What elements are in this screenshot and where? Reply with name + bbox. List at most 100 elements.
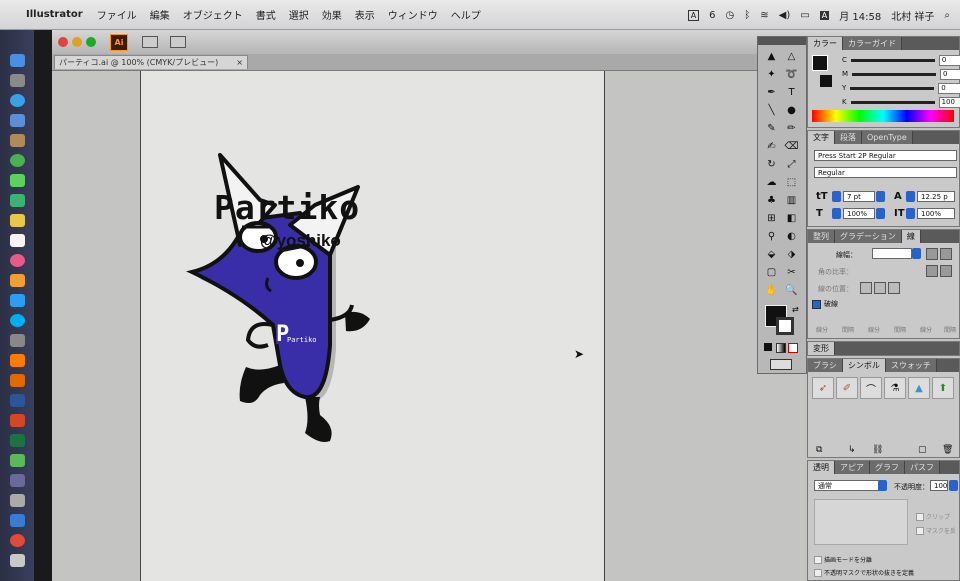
pencil-tool-icon[interactable]: ✏ bbox=[783, 121, 800, 135]
stroke-weight-field[interactable] bbox=[872, 248, 912, 259]
vertical-scale-field[interactable]: 100% bbox=[843, 208, 875, 219]
horizontal-scale-stepper[interactable] bbox=[906, 208, 915, 219]
itunes-icon[interactable] bbox=[10, 254, 25, 267]
tab-character[interactable]: 文字 bbox=[808, 131, 835, 144]
arc-icon[interactable]: ⌒ bbox=[860, 377, 882, 399]
align-inside-icon[interactable] bbox=[874, 282, 886, 294]
line-tool-icon[interactable]: ╲ bbox=[763, 103, 780, 117]
utility-icon[interactable] bbox=[10, 474, 25, 487]
tab-opentype[interactable]: OpenType bbox=[862, 131, 913, 144]
safari-icon[interactable] bbox=[10, 94, 25, 107]
selection-tool-icon[interactable]: ▲ bbox=[763, 49, 780, 63]
user-name[interactable]: 北村 祥子 bbox=[891, 8, 934, 23]
font-style-select[interactable]: Regular bbox=[814, 167, 957, 178]
dashed-line-checkbox[interactable] bbox=[812, 300, 821, 309]
documents-icon[interactable] bbox=[10, 554, 25, 567]
illustrator-alt-icon[interactable] bbox=[10, 374, 25, 387]
leading-stepper[interactable] bbox=[906, 191, 915, 202]
invert-mask-checkbox[interactable] bbox=[916, 527, 924, 535]
tab-gradient[interactable]: グラデーション bbox=[835, 230, 902, 243]
stroke-color-swatch[interactable] bbox=[820, 75, 832, 87]
word-icon[interactable] bbox=[10, 394, 25, 407]
scissors-tool-icon[interactable]: ✂ bbox=[783, 265, 800, 279]
fill-color-swatch[interactable] bbox=[812, 55, 828, 71]
blob-brush-tool-icon[interactable]: ✍ bbox=[763, 139, 780, 153]
place-symbol-icon[interactable]: ↳ bbox=[848, 445, 856, 455]
search-icon[interactable]: ⌕ bbox=[944, 10, 950, 21]
screen-mode-icon[interactable] bbox=[770, 359, 792, 370]
arrange-documents-icon[interactable] bbox=[170, 36, 186, 48]
zoom-window-button[interactable] bbox=[86, 37, 96, 47]
bottle-icon[interactable]: ⚗ bbox=[884, 377, 906, 399]
menu-effect[interactable]: 効果 bbox=[322, 7, 342, 22]
clip-checkbox[interactable] bbox=[916, 513, 924, 521]
cap-round-icon[interactable] bbox=[940, 248, 952, 260]
slice-tool-icon[interactable]: ⬗ bbox=[783, 247, 800, 261]
menu-select[interactable]: 選択 bbox=[289, 7, 309, 22]
clock[interactable]: 月 14:58 bbox=[839, 8, 881, 23]
gradient-mode-icon[interactable] bbox=[776, 343, 786, 353]
app-store-icon[interactable] bbox=[10, 294, 25, 307]
battery-icon[interactable]: ▭ bbox=[800, 10, 809, 21]
symbol-library-icon[interactable]: ⧉ bbox=[816, 445, 822, 455]
font-size-field[interactable]: 7 pt bbox=[843, 191, 875, 202]
maps-icon[interactable] bbox=[10, 454, 25, 467]
keyboard-icon[interactable]: A bbox=[819, 10, 830, 20]
menu-window[interactable]: ウィンドウ bbox=[388, 7, 438, 22]
menu-object[interactable]: オブジェクト bbox=[183, 7, 243, 22]
close-window-button[interactable] bbox=[58, 37, 68, 47]
black-value[interactable]: 100 bbox=[938, 96, 960, 108]
leading-field[interactable]: 12.25 p bbox=[917, 191, 955, 202]
illustrator-icon[interactable] bbox=[10, 354, 25, 367]
knockout-checkbox[interactable] bbox=[814, 569, 822, 577]
tab-color-guide[interactable]: カラーガイド bbox=[843, 37, 902, 50]
font-size-stepper[interactable] bbox=[832, 191, 841, 202]
tab-color[interactable]: カラー bbox=[808, 37, 843, 50]
eyedropper-tool-icon[interactable]: ⚲ bbox=[763, 229, 780, 243]
blend-tool-icon[interactable]: ◐ bbox=[783, 229, 800, 243]
type-tool-icon[interactable]: T bbox=[783, 85, 800, 99]
cyan-slider[interactable] bbox=[850, 58, 935, 62]
menu-edit[interactable]: 編集 bbox=[150, 7, 170, 22]
mask-thumbnail[interactable] bbox=[814, 499, 908, 545]
tab-pathfinder[interactable]: パスフ bbox=[905, 461, 940, 474]
wifi-icon[interactable]: ≋ bbox=[760, 10, 768, 21]
tab-symbols[interactable]: シンボル bbox=[842, 359, 886, 372]
notes-icon[interactable] bbox=[10, 214, 25, 227]
join-miter-icon[interactable] bbox=[926, 265, 938, 277]
mesh-tool-icon[interactable]: ⊞ bbox=[763, 211, 780, 225]
vertical-scale-dropdown[interactable] bbox=[876, 208, 885, 219]
new-symbol-icon[interactable]: ▢ bbox=[918, 445, 927, 455]
zoom-tool-icon[interactable]: 🔍 bbox=[783, 283, 800, 297]
font-family-select[interactable]: Press Start 2P Regular bbox=[814, 150, 957, 161]
stroke-weight-dropdown[interactable] bbox=[912, 248, 921, 259]
align-center-icon[interactable] bbox=[860, 282, 872, 294]
input-source-indicator[interactable]: A bbox=[687, 9, 700, 21]
chrome-icon[interactable] bbox=[10, 154, 25, 167]
menu-file[interactable]: ファイル bbox=[97, 7, 137, 22]
finder-icon[interactable] bbox=[10, 54, 25, 67]
symbol-sprayer-tool-icon[interactable]: ♣ bbox=[763, 193, 780, 207]
downloads-icon[interactable] bbox=[10, 514, 25, 527]
artboard-tool-icon[interactable]: ▢ bbox=[763, 265, 780, 279]
notification-badge[interactable]: 6 bbox=[709, 10, 715, 21]
black-slider[interactable] bbox=[850, 100, 935, 104]
graph-tool-icon[interactable]: ▥ bbox=[783, 193, 800, 207]
powerpoint-icon[interactable] bbox=[10, 414, 25, 427]
tab-brushes[interactable]: ブラシ bbox=[808, 359, 843, 372]
isolate-blending-checkbox[interactable] bbox=[814, 556, 822, 564]
opacity-dropdown[interactable] bbox=[949, 480, 958, 491]
blend-mode-dropdown[interactable] bbox=[878, 480, 887, 491]
trash-icon[interactable] bbox=[10, 494, 25, 507]
font-size-dropdown[interactable] bbox=[876, 191, 885, 202]
tab-swatches[interactable]: スウォッチ bbox=[885, 359, 937, 372]
hand-tool-icon[interactable]: ✋ bbox=[763, 283, 780, 297]
tab-align[interactable]: 整列 bbox=[808, 230, 835, 243]
launchpad-icon[interactable] bbox=[10, 74, 25, 87]
free-transform-tool-icon[interactable]: ⬚ bbox=[783, 175, 800, 189]
time-machine-icon[interactable]: ◷ bbox=[726, 10, 735, 21]
magic-wand-tool-icon[interactable]: ✦ bbox=[763, 67, 780, 81]
opacity-field[interactable]: 100 bbox=[930, 480, 948, 491]
color-spectrum[interactable] bbox=[812, 110, 954, 122]
gradient-tool-icon[interactable]: ◧ bbox=[783, 211, 800, 225]
